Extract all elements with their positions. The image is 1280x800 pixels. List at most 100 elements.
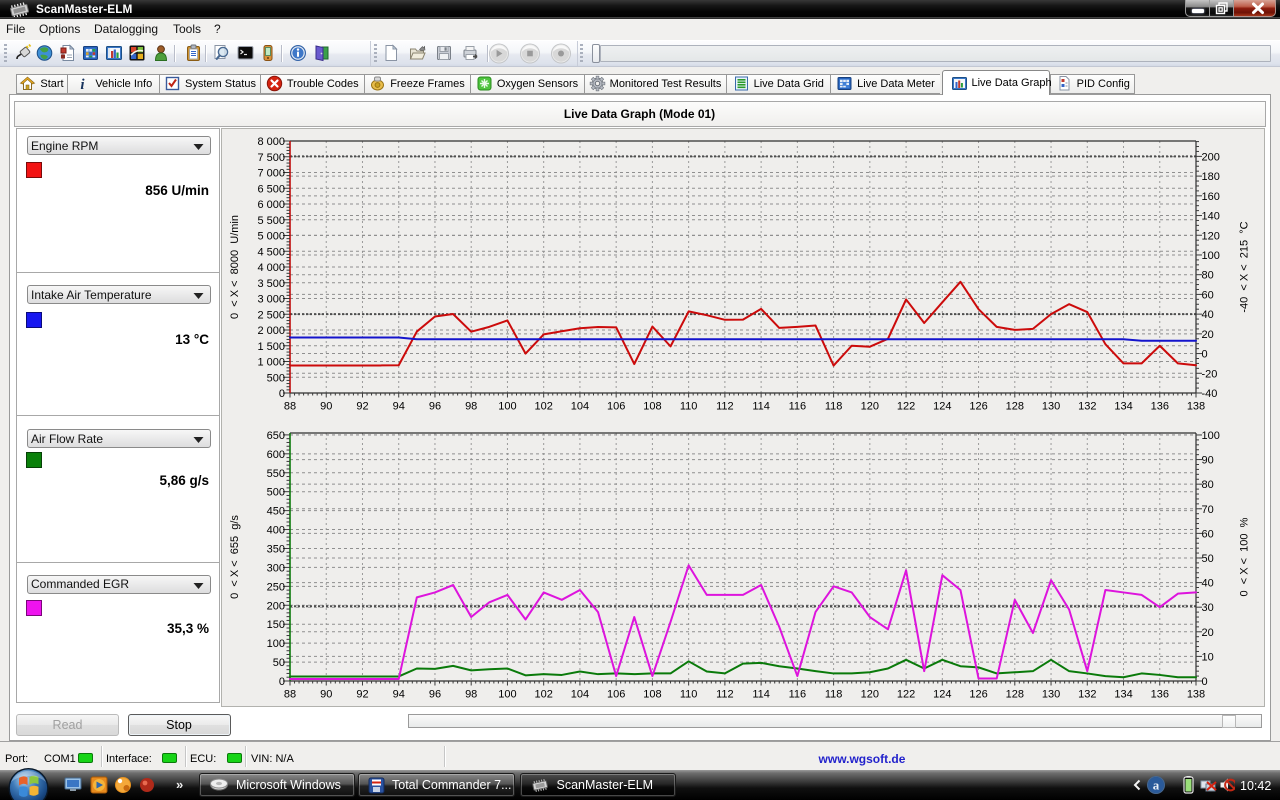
- svg-text:1 500: 1 500: [257, 341, 285, 353]
- svg-text:120: 120: [861, 689, 879, 701]
- svg-text:-20: -20: [1202, 368, 1218, 380]
- svg-text:106: 106: [607, 401, 625, 413]
- svg-text:100: 100: [267, 638, 285, 650]
- svg-text:114: 114: [752, 689, 770, 701]
- svg-text:94: 94: [393, 401, 405, 413]
- svg-text:102: 102: [535, 401, 553, 413]
- svg-text:96: 96: [429, 401, 441, 413]
- svg-text:50: 50: [273, 657, 285, 669]
- svg-text:104: 104: [571, 401, 589, 413]
- svg-text:116: 116: [789, 401, 807, 413]
- svg-text:20: 20: [1202, 329, 1214, 341]
- svg-text:88: 88: [284, 689, 296, 701]
- svg-text:94: 94: [393, 689, 405, 701]
- svg-text:5 500: 5 500: [257, 215, 285, 227]
- svg-text:96: 96: [429, 689, 441, 701]
- svg-text:40: 40: [1202, 578, 1214, 590]
- svg-text:98: 98: [465, 689, 477, 701]
- svg-text:i: i: [81, 77, 86, 92]
- svg-text:90: 90: [1202, 455, 1214, 467]
- svg-text:10: 10: [1202, 651, 1214, 663]
- svg-text:150: 150: [267, 619, 285, 631]
- svg-text:600: 600: [267, 449, 285, 461]
- svg-text:0: 0: [279, 388, 285, 400]
- svg-text:130: 130: [1042, 401, 1060, 413]
- svg-text:5 000: 5 000: [257, 231, 285, 243]
- svg-text:6 000: 6 000: [257, 199, 285, 211]
- svg-text:7 000: 7 000: [257, 168, 285, 180]
- svg-text:88: 88: [284, 401, 296, 413]
- svg-text:126: 126: [969, 401, 987, 413]
- svg-text:136: 136: [1151, 401, 1169, 413]
- svg-text:92: 92: [356, 689, 368, 701]
- svg-text:134: 134: [1114, 689, 1132, 701]
- svg-text:98: 98: [465, 401, 477, 413]
- svg-text:500: 500: [267, 487, 285, 499]
- svg-text:30: 30: [1202, 602, 1214, 614]
- svg-text:114: 114: [752, 401, 770, 413]
- svg-text:a: a: [1153, 778, 1160, 793]
- svg-text:4 500: 4 500: [257, 246, 285, 258]
- svg-text:2 500: 2 500: [257, 309, 285, 321]
- svg-text:40: 40: [1202, 309, 1214, 321]
- svg-text:60: 60: [1202, 528, 1214, 540]
- svg-text:90: 90: [320, 401, 332, 413]
- svg-text:138: 138: [1187, 401, 1205, 413]
- svg-text:350: 350: [267, 543, 285, 555]
- svg-text:124: 124: [933, 401, 951, 413]
- svg-text:116: 116: [789, 689, 807, 701]
- svg-text:4 000: 4 000: [257, 262, 285, 274]
- svg-text:104: 104: [571, 689, 589, 701]
- svg-text:0: 0: [279, 676, 285, 688]
- svg-text:80: 80: [1202, 270, 1214, 282]
- svg-text:102: 102: [535, 689, 553, 701]
- svg-text:100: 100: [498, 689, 516, 701]
- svg-text:108: 108: [643, 401, 661, 413]
- svg-text:108: 108: [643, 689, 661, 701]
- svg-text:0: 0: [1202, 349, 1208, 361]
- svg-text:112: 112: [716, 689, 734, 701]
- svg-text:0 < X < 8000 U/min: 0 < X < 8000 U/min: [229, 215, 241, 319]
- svg-text:100: 100: [1202, 430, 1220, 442]
- svg-text:8 000: 8 000: [257, 136, 285, 148]
- svg-text:0 < X < 655 g/s: 0 < X < 655 g/s: [229, 515, 241, 599]
- svg-text:550: 550: [267, 468, 285, 480]
- svg-text:200: 200: [267, 600, 285, 612]
- svg-text:122: 122: [897, 401, 915, 413]
- svg-text:130: 130: [1042, 689, 1060, 701]
- svg-text:2 000: 2 000: [257, 325, 285, 337]
- svg-text:1 000: 1 000: [257, 357, 285, 369]
- svg-text:136: 136: [1151, 689, 1169, 701]
- svg-text:60: 60: [1202, 289, 1214, 301]
- svg-text:90: 90: [320, 689, 332, 701]
- svg-text:120: 120: [1202, 230, 1220, 242]
- svg-text:138: 138: [1187, 689, 1205, 701]
- svg-text:132: 132: [1078, 689, 1096, 701]
- svg-text:100: 100: [498, 401, 516, 413]
- svg-text:100: 100: [1202, 250, 1220, 262]
- svg-text:80: 80: [1202, 479, 1214, 491]
- svg-text:92: 92: [356, 401, 368, 413]
- svg-text:106: 106: [607, 689, 625, 701]
- svg-text:180: 180: [1202, 171, 1220, 183]
- svg-text:250: 250: [267, 581, 285, 593]
- svg-text:7 500: 7 500: [257, 152, 285, 164]
- svg-text:118: 118: [825, 401, 843, 413]
- svg-text:-40 < X < 215 °C: -40 < X < 215 °C: [1239, 221, 1251, 312]
- svg-text:110: 110: [680, 401, 698, 413]
- svg-text:450: 450: [267, 506, 285, 518]
- svg-text:20: 20: [1202, 627, 1214, 639]
- svg-text:122: 122: [897, 689, 915, 701]
- svg-text:650: 650: [267, 430, 285, 442]
- svg-text:120: 120: [861, 401, 879, 413]
- svg-text:-40: -40: [1202, 388, 1218, 400]
- svg-text:140: 140: [1202, 211, 1220, 223]
- svg-text:400: 400: [267, 525, 285, 537]
- svg-text:3 000: 3 000: [257, 294, 285, 306]
- svg-text:50: 50: [1202, 553, 1214, 565]
- svg-text:128: 128: [1006, 689, 1024, 701]
- svg-text:200: 200: [1202, 151, 1220, 163]
- svg-text:134: 134: [1114, 401, 1132, 413]
- svg-text:0 < X < 100 %: 0 < X < 100 %: [1239, 517, 1251, 596]
- svg-text:70: 70: [1202, 504, 1214, 516]
